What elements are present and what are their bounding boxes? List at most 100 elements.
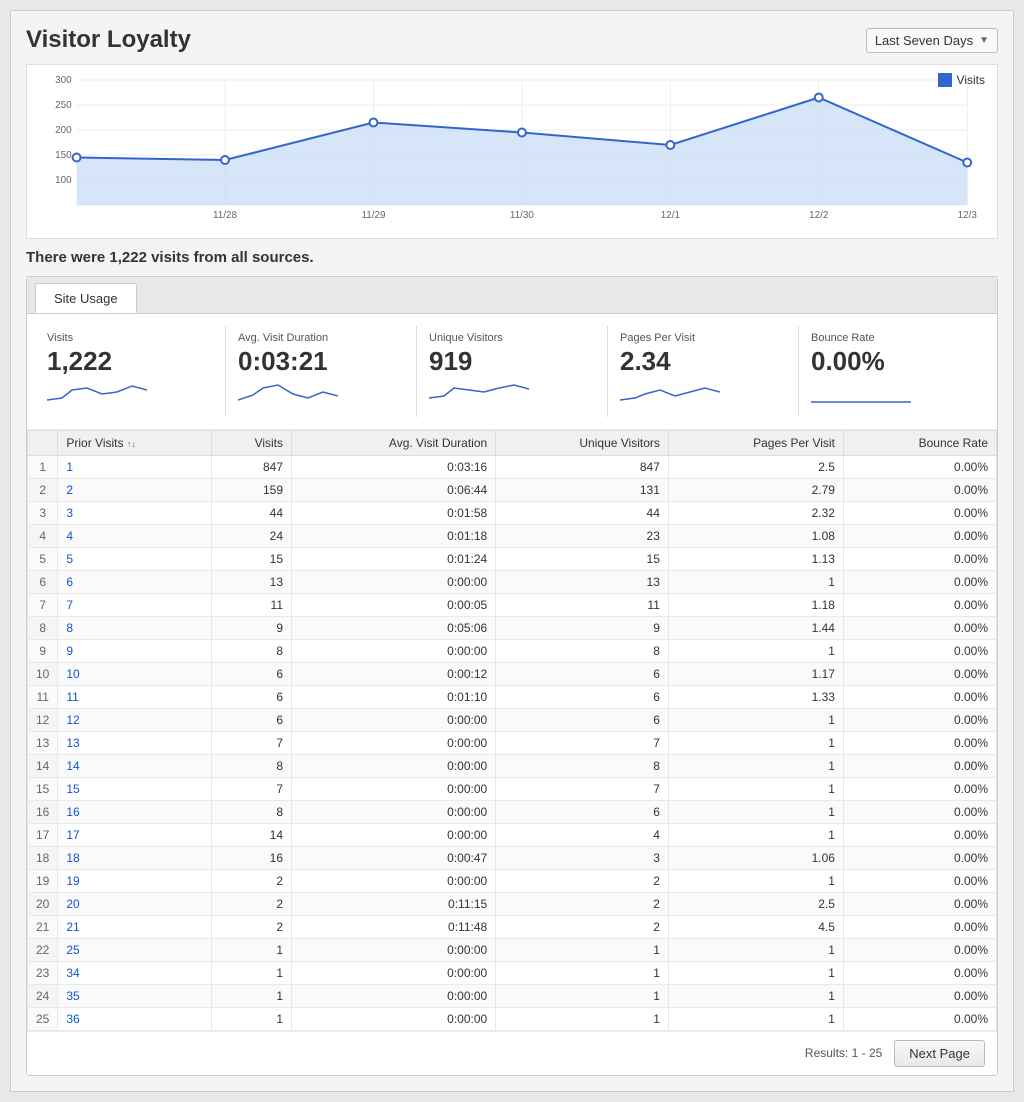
cell-row-num: 23 <box>28 961 58 984</box>
cell-prior-visits[interactable]: 36 <box>58 1007 211 1030</box>
cell-ppv: 1.44 <box>668 616 843 639</box>
cell-row-num: 12 <box>28 708 58 731</box>
cell-bounce: 0.00% <box>843 524 996 547</box>
cell-prior-visits[interactable]: 14 <box>58 754 211 777</box>
cell-prior-visits[interactable]: 13 <box>58 731 211 754</box>
cell-ppv: 1 <box>668 708 843 731</box>
cell-prior-visits[interactable]: 18 <box>58 846 211 869</box>
summary-text: There were 1,222 visits from all sources… <box>26 249 998 266</box>
cell-prior-visits[interactable]: 2 <box>58 478 211 501</box>
cell-row-num: 14 <box>28 754 58 777</box>
cell-avg-dur: 0:00:00 <box>292 1007 496 1030</box>
cell-prior-visits[interactable]: 35 <box>58 984 211 1007</box>
cell-visits: 11 <box>211 593 292 616</box>
cell-bounce: 0.00% <box>843 1007 996 1030</box>
col-prior-visits[interactable]: Prior Visits ↑↓ <box>58 430 211 455</box>
cell-prior-visits[interactable]: 34 <box>58 961 211 984</box>
date-filter-dropdown[interactable]: Last Seven Days ▼ <box>866 28 998 53</box>
legend-color-box <box>938 73 952 87</box>
cell-avg-dur: 0:06:44 <box>292 478 496 501</box>
cell-ppv: 1 <box>668 777 843 800</box>
cell-bounce: 0.00% <box>843 478 996 501</box>
cell-avg-dur: 0:01:18 <box>292 524 496 547</box>
cell-unique: 6 <box>496 708 669 731</box>
svg-text:12/2: 12/2 <box>809 210 829 220</box>
cell-prior-visits[interactable]: 15 <box>58 777 211 800</box>
metric-unique-value: 919 <box>429 347 595 376</box>
cell-bounce: 0.00% <box>843 938 996 961</box>
line-chart: 300 250 200 150 100 <box>37 75 987 220</box>
cell-ppv: 1.18 <box>668 593 843 616</box>
cell-row-num: 8 <box>28 616 58 639</box>
svg-text:200: 200 <box>55 125 72 136</box>
cell-unique: 11 <box>496 593 669 616</box>
cell-unique: 3 <box>496 846 669 869</box>
cell-prior-visits[interactable]: 12 <box>58 708 211 731</box>
cell-prior-visits[interactable]: 10 <box>58 662 211 685</box>
cell-ppv: 1 <box>668 823 843 846</box>
cell-bounce: 0.00% <box>843 915 996 938</box>
metric-duration-sparkline <box>238 380 338 408</box>
cell-prior-visits[interactable]: 8 <box>58 616 211 639</box>
cell-prior-visits[interactable]: 1 <box>58 455 211 478</box>
cell-row-num: 24 <box>28 984 58 1007</box>
cell-row-num: 6 <box>28 570 58 593</box>
metric-avg-duration: Avg. Visit Duration 0:03:21 <box>226 326 417 417</box>
tab-site-usage[interactable]: Site Usage <box>35 283 137 313</box>
cell-visits: 9 <box>211 616 292 639</box>
next-page-button[interactable]: Next Page <box>894 1040 985 1067</box>
svg-text:12/1: 12/1 <box>661 210 681 220</box>
cell-unique: 9 <box>496 616 669 639</box>
cell-prior-visits[interactable]: 25 <box>58 938 211 961</box>
cell-visits: 1 <box>211 1007 292 1030</box>
table-row: 23 34 1 0:00:00 1 1 0.00% <box>28 961 997 984</box>
cell-visits: 2 <box>211 869 292 892</box>
cell-prior-visits[interactable]: 17 <box>58 823 211 846</box>
metric-bounce-sparkline <box>811 380 911 408</box>
cell-unique: 15 <box>496 547 669 570</box>
cell-ppv: 1 <box>668 639 843 662</box>
cell-ppv: 1.06 <box>668 846 843 869</box>
cell-prior-visits[interactable]: 6 <box>58 570 211 593</box>
cell-ppv: 1.33 <box>668 685 843 708</box>
cell-prior-visits[interactable]: 11 <box>58 685 211 708</box>
cell-prior-visits[interactable]: 19 <box>58 869 211 892</box>
cell-visits: 24 <box>211 524 292 547</box>
table-row: 12 12 6 0:00:00 6 1 0.00% <box>28 708 997 731</box>
cell-visits: 6 <box>211 708 292 731</box>
cell-avg-dur: 0:00:00 <box>292 938 496 961</box>
svg-text:300: 300 <box>55 75 72 86</box>
page-wrapper: Visitor Loyalty Last Seven Days ▼ Visits… <box>10 10 1014 1092</box>
cell-prior-visits[interactable]: 21 <box>58 915 211 938</box>
cell-prior-visits[interactable]: 4 <box>58 524 211 547</box>
table-row: 19 19 2 0:00:00 2 1 0.00% <box>28 869 997 892</box>
cell-visits: 7 <box>211 731 292 754</box>
cell-bounce: 0.00% <box>843 547 996 570</box>
metric-ppv-label: Pages Per Visit <box>620 332 786 344</box>
tab-header: Site Usage <box>27 277 997 314</box>
cell-visits: 159 <box>211 478 292 501</box>
cell-bounce: 0.00% <box>843 662 996 685</box>
cell-prior-visits[interactable]: 5 <box>58 547 211 570</box>
cell-bounce: 0.00% <box>843 501 996 524</box>
cell-ppv: 2.5 <box>668 455 843 478</box>
table-row: 6 6 13 0:00:00 13 1 0.00% <box>28 570 997 593</box>
cell-ppv: 4.5 <box>668 915 843 938</box>
cell-prior-visits[interactable]: 3 <box>58 501 211 524</box>
cell-visits: 1 <box>211 938 292 961</box>
cell-avg-dur: 0:00:00 <box>292 800 496 823</box>
cell-prior-visits[interactable]: 7 <box>58 593 211 616</box>
cell-prior-visits[interactable]: 20 <box>58 892 211 915</box>
cell-ppv: 1 <box>668 984 843 1007</box>
cell-avg-dur: 0:00:00 <box>292 754 496 777</box>
cell-prior-visits[interactable]: 9 <box>58 639 211 662</box>
cell-row-num: 25 <box>28 1007 58 1030</box>
sort-icon[interactable]: ↑↓ <box>127 439 136 449</box>
cell-visits: 16 <box>211 846 292 869</box>
cell-visits: 6 <box>211 662 292 685</box>
cell-bounce: 0.00% <box>843 570 996 593</box>
col-ppv: Pages Per Visit <box>668 430 843 455</box>
cell-ppv: 1 <box>668 1007 843 1030</box>
cell-prior-visits[interactable]: 16 <box>58 800 211 823</box>
cell-avg-dur: 0:05:06 <box>292 616 496 639</box>
